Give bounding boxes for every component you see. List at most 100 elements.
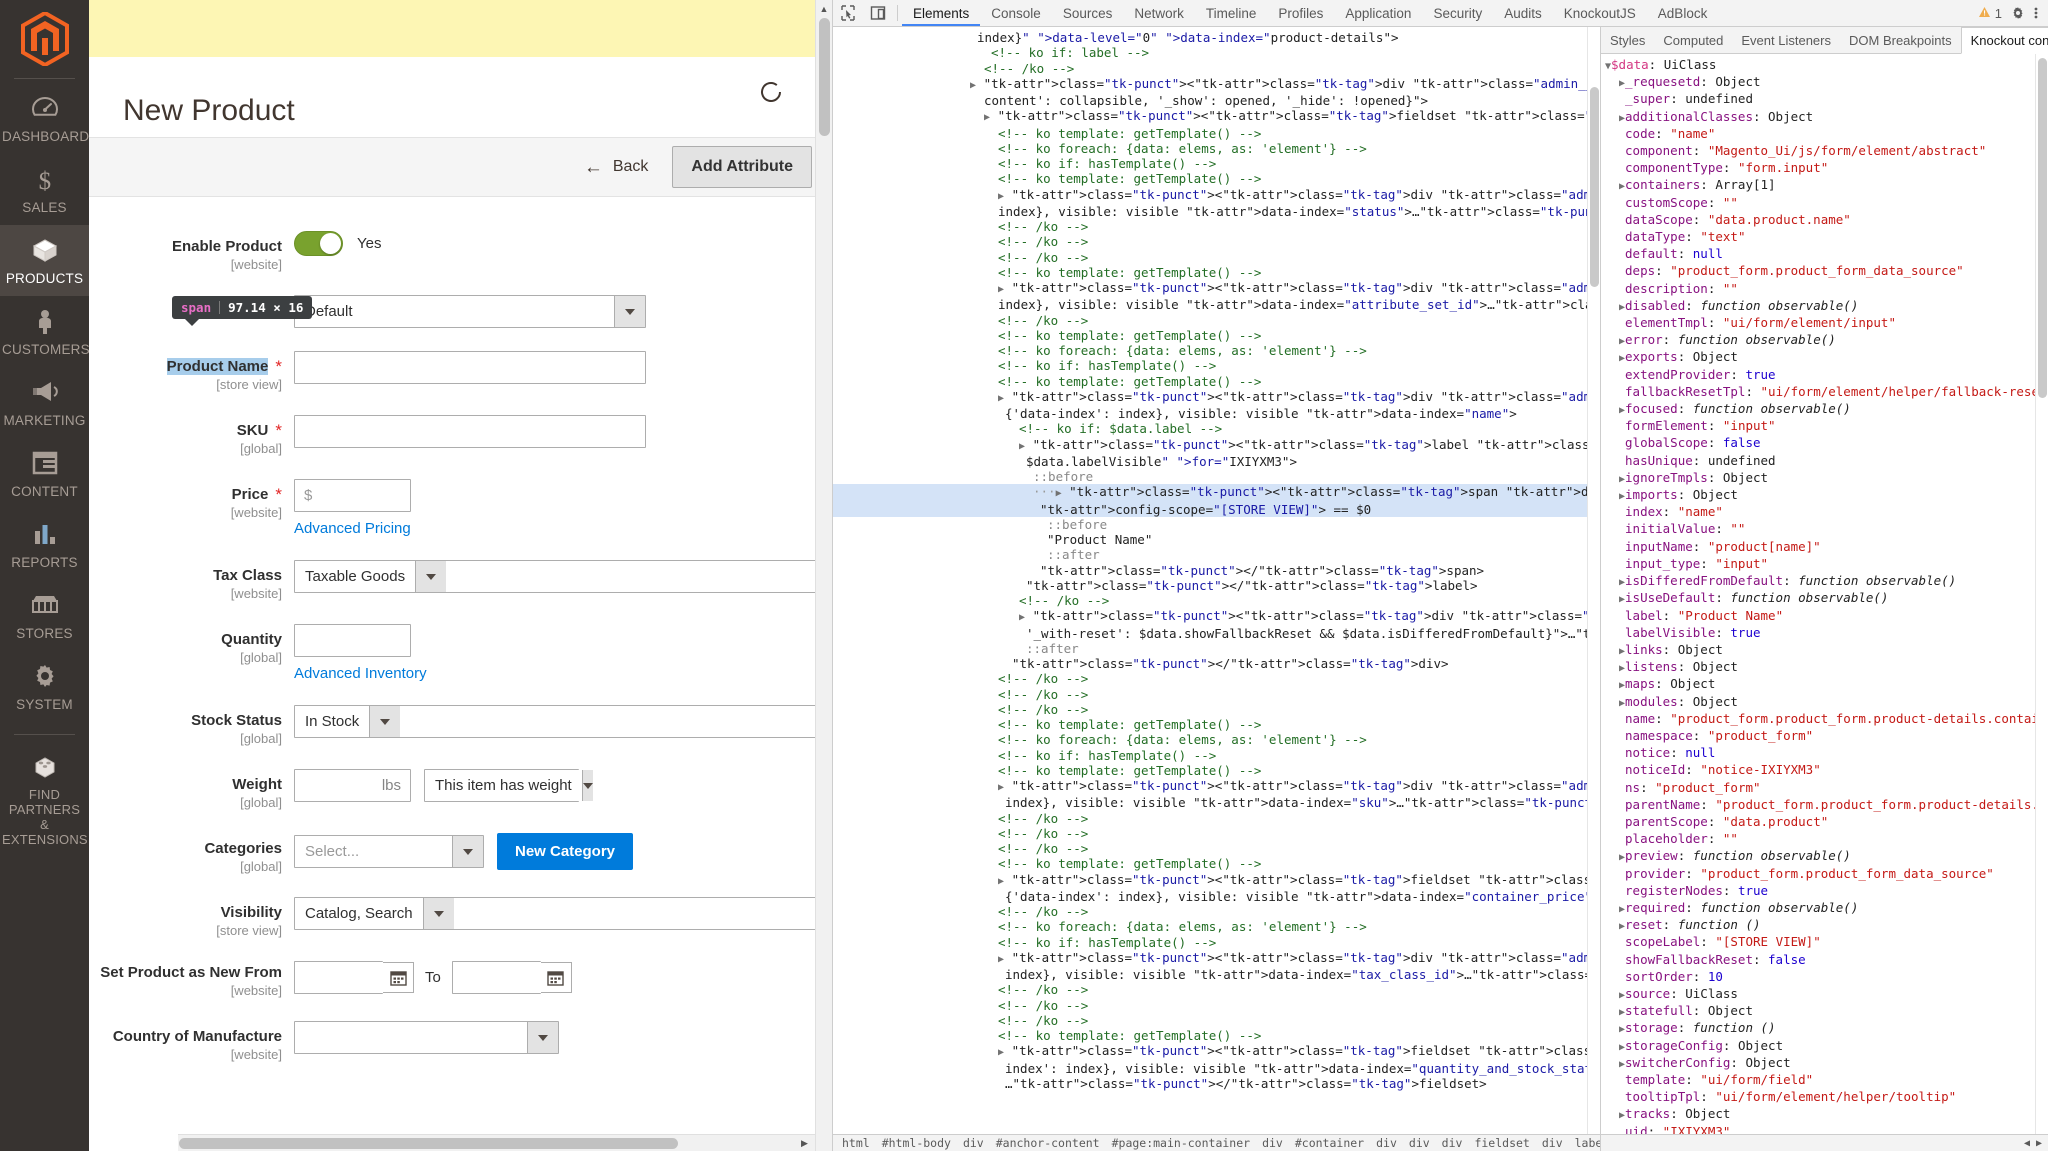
knockout-property-row[interactable]: ▶showFallbackReset: false <box>1601 952 2035 969</box>
date-from-input[interactable] <box>294 961 383 994</box>
tax-class-select[interactable]: Taxable Goods <box>294 560 832 593</box>
breadcrumb-item[interactable]: div <box>959 1135 988 1151</box>
dom-tree-line[interactable]: index}, visible: visible "tk-attr">data-… <box>833 795 1587 810</box>
scroll-up-arrow-icon[interactable]: ▲ <box>816 0 832 17</box>
dom-tree-line[interactable]: ▶ "tk-attr">class="tk-punct"><"tk-attr">… <box>833 437 1587 454</box>
breadcrumb-item[interactable]: div <box>1405 1135 1434 1151</box>
tab-knockoutjs[interactable]: KnockoutJS <box>1553 0 1647 26</box>
new-category-button[interactable]: New Category <box>497 833 633 870</box>
dom-tree-line[interactable]: ▶ "tk-attr">class="tk-punct"><"tk-attr">… <box>833 872 1587 889</box>
dom-tree-line[interactable]: <!-- /ko --> <box>833 998 1587 1013</box>
advanced-inventory-link[interactable]: Advanced Inventory <box>294 665 832 682</box>
knockout-property-row[interactable]: ▶noticeId: "notice-IXIYXM3" <box>1601 762 2035 779</box>
inspect-element-icon[interactable] <box>833 0 863 26</box>
tab-network[interactable]: Network <box>1123 0 1195 26</box>
knockout-property-row[interactable]: ▶dataScope: "data.product.name" <box>1601 212 2035 229</box>
dom-tree-line[interactable]: <!-- ko if: hasTemplate() --> <box>833 935 1587 950</box>
dom-tree-line[interactable]: <!-- /ko --> <box>833 904 1587 919</box>
dom-tree-line[interactable]: <!-- /ko --> <box>833 234 1587 249</box>
dom-tree-line[interactable]: ▶ "tk-attr">class="tk-punct"><"tk-attr">… <box>833 608 1587 625</box>
scroll-left-arrow-icon[interactable]: ◀ <box>2024 1138 2030 1149</box>
dom-tree-line[interactable]: ::before <box>833 517 1587 532</box>
breadcrumb-item[interactable]: fieldset <box>1470 1135 1533 1151</box>
knockout-property-row[interactable]: ▶label: "Product Name" <box>1601 608 2035 625</box>
country-select[interactable] <box>294 1021 559 1054</box>
dom-tree-line[interactable]: <!-- /ko --> <box>833 982 1587 997</box>
knockout-property-row[interactable]: ▶preview: function observable() <box>1601 848 2035 865</box>
dom-tree-line[interactable]: index': index}, visible: visible "tk-att… <box>833 1061 1587 1076</box>
vertical-scroll-thumb[interactable] <box>819 18 830 136</box>
tab-application[interactable]: Application <box>1334 0 1422 26</box>
dom-tree-line[interactable]: index}, visible: visible "tk-attr">data-… <box>833 204 1587 219</box>
knockout-property-row[interactable]: ▶storageConfig: Object <box>1601 1038 2035 1055</box>
dom-tree-line[interactable]: <!-- /ko --> <box>833 811 1587 826</box>
knockout-property-row[interactable]: ▶error: function observable() <box>1601 332 2035 349</box>
dom-tree-line[interactable]: ::after <box>833 641 1587 656</box>
gear-icon[interactable] <box>2011 6 2025 20</box>
knockout-property-row[interactable]: ▶required: function observable() <box>1601 900 2035 917</box>
breadcrumb-item[interactable]: div <box>1438 1135 1467 1151</box>
has-weight-select[interactable]: This item has weight <box>424 769 579 802</box>
product-name-input[interactable] <box>294 351 646 384</box>
sidebar-item-system[interactable]: SYSTEM <box>0 651 89 722</box>
dom-tree-line[interactable]: '_with-reset': $data.showFallbackReset &… <box>833 626 1587 641</box>
knockout-property-row[interactable]: ▶formElement: "input" <box>1601 418 2035 435</box>
tab-dom-breakpoints[interactable]: DOM Breakpoints <box>1840 27 1961 53</box>
knockout-property-row[interactable]: ▶globalScope: false <box>1601 435 2035 452</box>
dom-tree-line[interactable]: ▶ "tk-attr">class="tk-punct"><"tk-attr">… <box>833 280 1587 297</box>
sidebar-item-reports[interactable]: REPORTS <box>0 509 89 580</box>
knockout-property-row[interactable]: ▶deps: "product_form.product_form_data_s… <box>1601 263 2035 280</box>
knockout-property-row[interactable]: ▶notice: null <box>1601 745 2035 762</box>
knockout-property-row[interactable]: ▶component: "Magento_Ui/js/form/element/… <box>1601 143 2035 160</box>
scroll-right-arrow-icon[interactable]: ▶ <box>796 1135 813 1151</box>
tab-sources[interactable]: Sources <box>1052 0 1124 26</box>
knockout-property-row[interactable]: ▶imports: Object <box>1601 487 2035 504</box>
dom-tree-line[interactable]: <!-- /ko --> <box>833 702 1587 717</box>
breadcrumb-item[interactable]: #anchor-content <box>992 1135 1104 1151</box>
tab-audits[interactable]: Audits <box>1493 0 1553 26</box>
knockout-property-row[interactable]: ▶isUseDefault: function observable() <box>1601 590 2035 607</box>
sidebar-item-content[interactable]: CONTENT <box>0 438 89 509</box>
enable-product-toggle[interactable] <box>294 231 343 256</box>
knockout-property-row[interactable]: ▶statefull: Object <box>1601 1003 2035 1020</box>
knockout-property-row[interactable]: ▶customScope: "" <box>1601 195 2035 212</box>
stock-status-select[interactable]: In Stock <box>294 705 832 738</box>
tab-knockout-context[interactable]: Knockout context <box>1961 27 2048 54</box>
knockout-property-row[interactable]: ▶provider: "product_form.product_form_da… <box>1601 866 2035 883</box>
dom-tree-line[interactable]: <!-- ko template: getTemplate() --> <box>833 171 1587 186</box>
sku-input[interactable] <box>294 415 646 448</box>
sidebar-item-sales[interactable]: $ SALES <box>0 154 89 225</box>
knockout-property-row[interactable]: ▶isDifferedFromDefault: function observa… <box>1601 573 2035 590</box>
knockout-property-row[interactable]: ▶namespace: "product_form" <box>1601 728 2035 745</box>
tab-console[interactable]: Console <box>980 0 1052 26</box>
page-vertical-scrollbar[interactable]: ▲ <box>815 0 832 1151</box>
horizontal-scrollbar[interactable]: ◀ ▶ <box>178 1134 832 1151</box>
knockout-property-row[interactable]: ▶description: "" <box>1601 281 2035 298</box>
dom-tree-line[interactable]: <!-- ko template: getTemplate() --> <box>833 265 1587 280</box>
knockout-property-row[interactable]: ▶componentType: "form.input" <box>1601 160 2035 177</box>
tab-computed[interactable]: Computed <box>1654 27 1732 53</box>
knockout-property-row[interactable]: ▶_super: undefined <box>1601 91 2035 108</box>
dom-tree-line[interactable]: <!-- ko if: hasTemplate() --> <box>833 358 1587 373</box>
dom-tree-line[interactable]: <!-- ko foreach: {data: elems, as: 'elem… <box>833 919 1587 934</box>
breadcrumb-item[interactable]: #html-body <box>878 1135 955 1151</box>
advanced-pricing-link[interactable]: Advanced Pricing <box>294 520 832 537</box>
knockout-property-row[interactable]: ▶listens: Object <box>1601 659 2035 676</box>
tab-adblock[interactable]: AdBlock <box>1647 0 1719 26</box>
dom-tree-line[interactable]: <!-- ko template: getTemplate() --> <box>833 1028 1587 1043</box>
dom-tree-line[interactable]: <!-- /ko --> <box>833 219 1587 234</box>
tab-security[interactable]: Security <box>1422 0 1493 26</box>
visibility-select[interactable]: Catalog, Search <box>294 897 832 930</box>
dom-tree-line[interactable]: <!-- /ko --> <box>833 687 1587 702</box>
dom-tree-line[interactable]: <!-- ko template: getTemplate() --> <box>833 374 1587 389</box>
sidebar-scroll-thumb[interactable] <box>2038 58 2047 398</box>
dom-tree-line[interactable]: <!-- /ko --> <box>833 61 1587 76</box>
dom-tree-line[interactable]: <!-- ko foreach: {data: elems, as: 'elem… <box>833 732 1587 747</box>
dom-tree-line[interactable]: <!-- /ko --> <box>833 313 1587 328</box>
dom-tree-line[interactable]: <!-- ko foreach: {data: elems, as: 'elem… <box>833 343 1587 358</box>
knockout-property-row[interactable]: ▶exports: Object <box>1601 349 2035 366</box>
knockout-property-row[interactable]: ▶tooltipTpl: "ui/form/element/helper/too… <box>1601 1089 2035 1106</box>
date-to-input[interactable] <box>452 961 541 994</box>
dom-tree[interactable]: index}" ">data-level="0" ">data-index="p… <box>833 27 1587 1134</box>
dom-tree-line[interactable]: <!-- ko template: getTemplate() --> <box>833 763 1587 778</box>
